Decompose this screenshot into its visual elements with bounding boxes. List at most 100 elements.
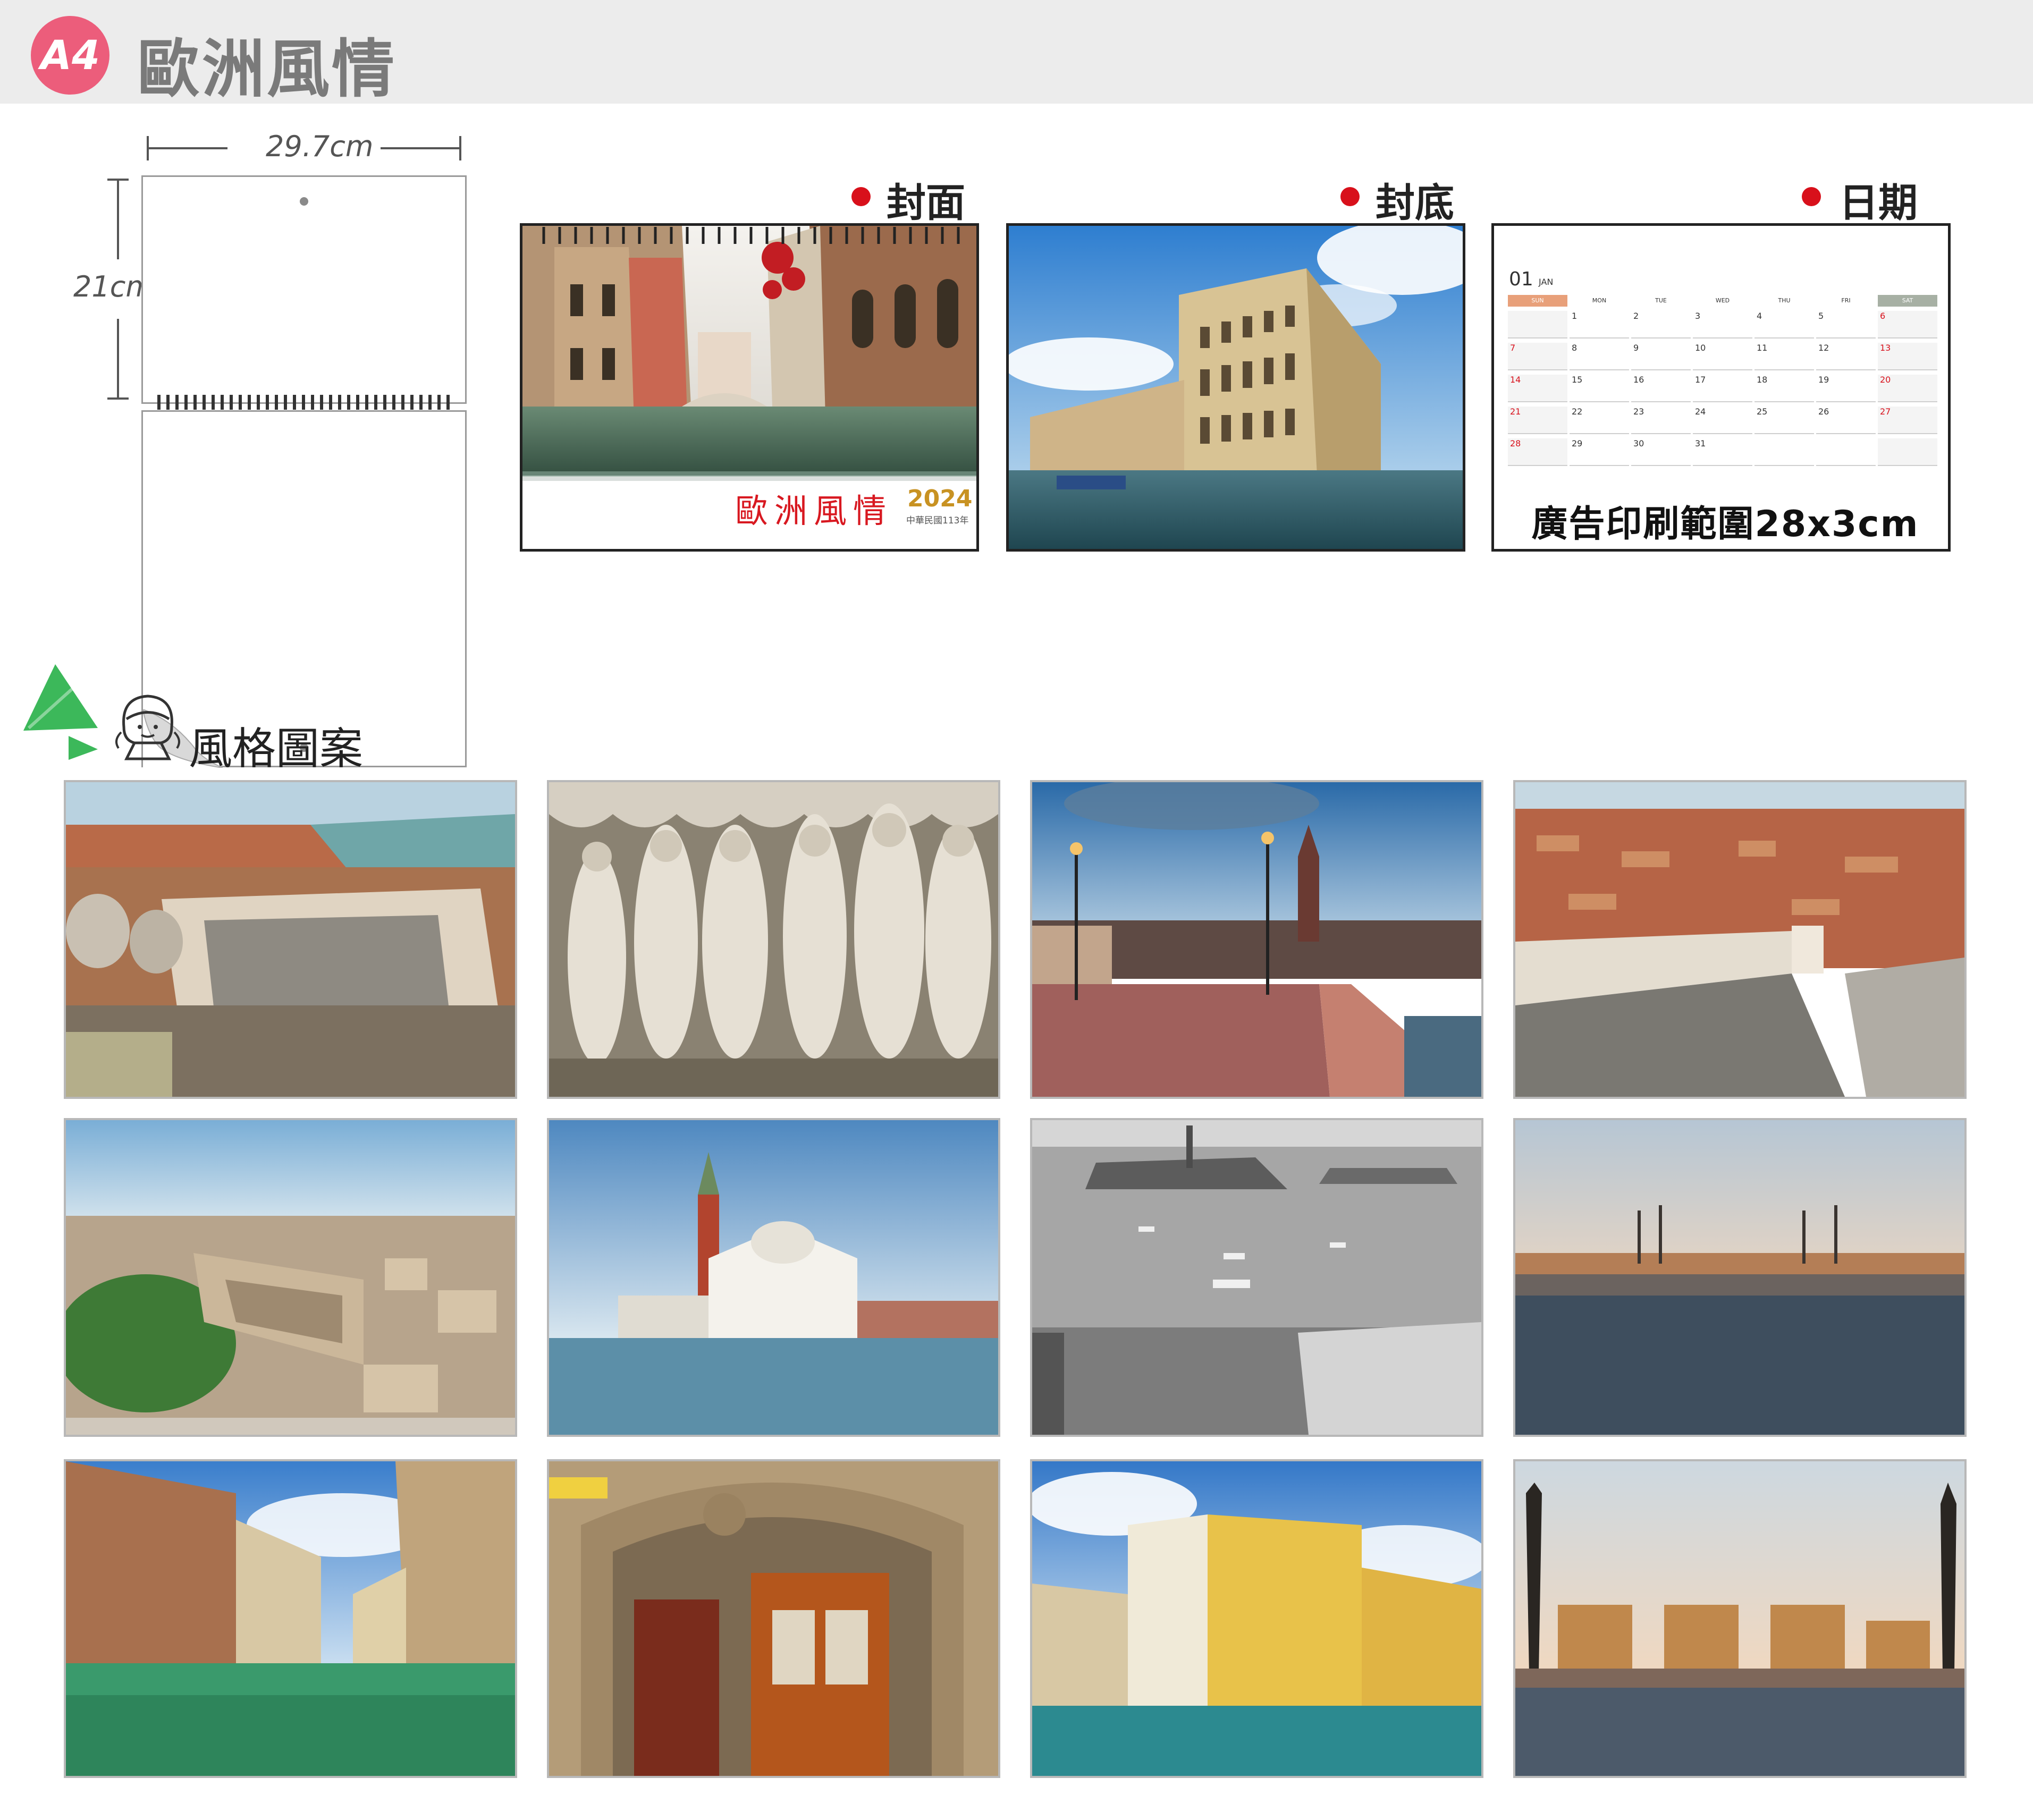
- vatican-city-aerial-photo: [66, 1120, 515, 1435]
- width-dimension-label: 29.7cm: [266, 130, 374, 163]
- calendar-grid: SUN MON TUE WED THU FRI SAT 1 2 3 4 5 6 7 8 9 10 11 12 13 14…: [1508, 295, 1939, 470]
- calendar-day: 29: [1570, 438, 1629, 466]
- calendar-day: 13: [1878, 343, 1937, 370]
- style-image-10: [547, 1459, 1000, 1778]
- page-title: 歐洲風情: [137, 32, 397, 106]
- calendar-day: 9: [1631, 343, 1691, 370]
- calendar-day: 20: [1878, 375, 1937, 402]
- stone-doorway-shop-photo: [549, 1461, 998, 1776]
- calendar-day: 5: [1816, 311, 1876, 338]
- calendar-day: 25: [1754, 407, 1814, 434]
- weekday-header-sat: SAT: [1878, 295, 1937, 307]
- calendar-day: 22: [1570, 407, 1629, 434]
- height-dimension-line-bottom: [117, 319, 119, 399]
- calendar-day: 19: [1816, 375, 1876, 402]
- calendar-day: 17: [1693, 375, 1752, 402]
- cover-title: 歐洲風情: [735, 492, 893, 530]
- weekday-header-wed: WED: [1715, 297, 1730, 304]
- calendar-day: [1816, 438, 1876, 466]
- calendar-day: 16: [1631, 375, 1691, 402]
- calendar-day: 31: [1693, 438, 1752, 466]
- calendar-day: 7: [1508, 343, 1567, 370]
- calendar-day: 4: [1754, 311, 1814, 338]
- style-image-5: [64, 1118, 517, 1437]
- height-dimension-line-top: [117, 180, 119, 259]
- size-diagram: 29.7cm 21cm: [0, 128, 478, 768]
- cover-subtitle: 中華民國113年: [906, 515, 969, 526]
- back-label: 封底: [1376, 180, 1454, 226]
- width-dimension-line-right: [381, 147, 460, 149]
- weekday-header-sun: SUN: [1508, 295, 1567, 307]
- calendar-day: 23: [1631, 407, 1691, 434]
- san-giorgio-maggiore-photo: [549, 1120, 998, 1435]
- style-image-7: [1030, 1118, 1483, 1437]
- weekday-header-thu: THU: [1778, 297, 1791, 304]
- binding-rings-top: [157, 395, 455, 410]
- date-label-dot: [1802, 187, 1821, 206]
- back-cover-preview: [1006, 223, 1465, 552]
- venice-yellow-palazzo-photo: [1032, 1461, 1481, 1776]
- waterfront-cranes-sunset-photo: [1515, 1120, 1964, 1435]
- cover-label-dot: [851, 187, 871, 206]
- back-label-dot: [1340, 187, 1360, 206]
- spiral-binding-icon: [542, 227, 960, 244]
- calendar-day: 1: [1570, 311, 1629, 338]
- calendar-day: 12: [1816, 343, 1876, 370]
- weekday-header-tue: TUE: [1655, 297, 1667, 304]
- calendar-day: 10: [1693, 343, 1752, 370]
- calendar-day: 2: [1631, 311, 1691, 338]
- style-image-2: [547, 780, 1000, 1099]
- width-dimension-right-tick: [459, 136, 461, 160]
- calendar-day: [1508, 311, 1567, 338]
- month-name: JAN: [1539, 277, 1554, 287]
- height-dimension-bottom-tick: [107, 397, 129, 400]
- calendar-day: 26: [1816, 407, 1876, 434]
- a4-badge: A4: [31, 16, 109, 95]
- calendar-day: 11: [1754, 343, 1814, 370]
- style-image-8: [1513, 1118, 1967, 1437]
- style-image-9: [64, 1459, 517, 1778]
- style-image-11: [1030, 1459, 1483, 1778]
- weekday-header-fri: FRI: [1841, 297, 1851, 304]
- style-image-3: [1030, 780, 1483, 1099]
- venice-doges-palace-photo: [66, 782, 515, 1097]
- verona-bridge-dusk-photo: [1032, 782, 1481, 1097]
- month-number: 01: [1509, 268, 1533, 290]
- calendar-day: 24: [1693, 407, 1752, 434]
- calendar-day: 3: [1693, 311, 1752, 338]
- calendar-day: 27: [1878, 407, 1937, 434]
- hanging-hole: [300, 197, 308, 206]
- calendar-day: 8: [1570, 343, 1629, 370]
- cathedral-statues-photo: [549, 782, 998, 1097]
- calendar-day: 14: [1508, 375, 1567, 402]
- calendar-day: 15: [1570, 375, 1629, 402]
- calendar-day: [1754, 438, 1814, 466]
- ad-print-area-text: 廣告印刷範圍28x3cm: [1531, 503, 1919, 545]
- cover-preview: 歐洲風情 2024 中華民國113年: [520, 223, 979, 552]
- style-image-1: [64, 780, 517, 1099]
- girl-doodle-icon: [115, 695, 180, 760]
- width-dimension-line-left: [148, 147, 227, 149]
- style-section-label: 風格圖案: [189, 724, 364, 774]
- style-image-12: [1513, 1459, 1967, 1778]
- green-triangle-icon: [23, 664, 98, 760]
- calendar-top-sheet: [141, 175, 467, 404]
- cover-year: 2024: [907, 485, 973, 512]
- style-image-6: [547, 1118, 1000, 1437]
- calendar-day: 21: [1508, 407, 1567, 434]
- calendar-day: 6: [1878, 311, 1937, 338]
- date-preview: 01 JAN SUN MON TUE WED THU FRI SAT 1 2 3 4 5 6 7 8 9 10 1…: [1491, 223, 1951, 552]
- venice-green-canal-photo: [66, 1461, 515, 1776]
- style-image-4: [1513, 780, 1967, 1099]
- calendar-day: [1878, 438, 1937, 466]
- venice-palazzo-back-photo: [1009, 226, 1463, 549]
- calendar-day: 30: [1631, 438, 1691, 466]
- harbor-cranes-dusk-photo: [1515, 1461, 1964, 1776]
- date-label: 日期: [1839, 180, 1918, 226]
- weekday-header-mon: MON: [1592, 297, 1607, 304]
- calendar-day: 18: [1754, 375, 1814, 402]
- calendar-day: 28: [1508, 438, 1567, 466]
- a4-badge-text: A4: [40, 31, 100, 79]
- cover-label: 封面: [887, 180, 965, 226]
- venice-st-marks-square-aerial-photo: [1515, 782, 1964, 1097]
